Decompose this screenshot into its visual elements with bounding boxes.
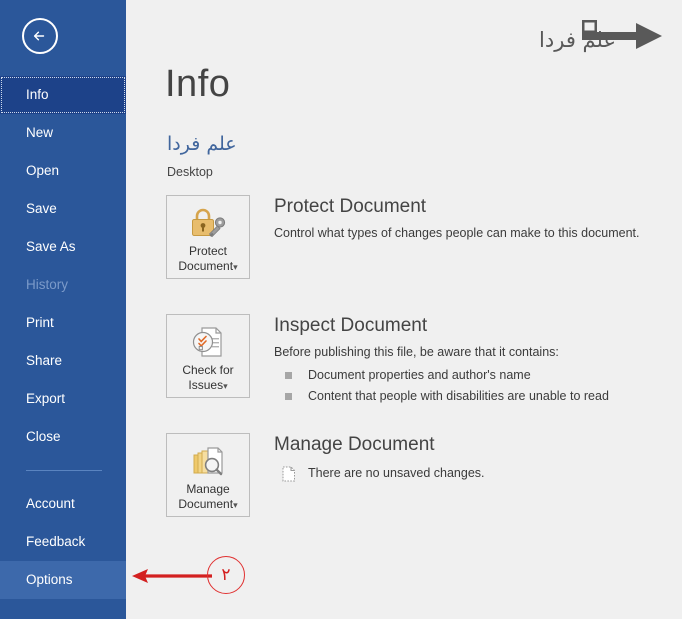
sidebar-item-label: History <box>26 277 68 292</box>
protect-document-body: Protect Document Control what types of c… <box>274 195 666 242</box>
sidebar-item-save[interactable]: Save <box>0 190 126 228</box>
manage-status-list: There are no unsaved changes. <box>274 463 666 484</box>
sidebar-item-new[interactable]: New <box>0 114 126 152</box>
sidebar-item-label: Save As <box>26 239 76 254</box>
document-name: علم فردا <box>167 133 237 155</box>
arrow-left-icon <box>31 27 49 45</box>
unsaved-document-icon <box>282 466 296 489</box>
square-bullet-icon <box>285 393 292 400</box>
sidebar-item-print[interactable]: Print <box>0 304 126 342</box>
protect-document-button[interactable]: Protect Document▾ <box>166 195 250 279</box>
manage-documents-icon <box>167 440 249 482</box>
inspect-findings-list: Document properties and author's name Co… <box>274 365 666 407</box>
padlock-key-icon <box>167 202 249 244</box>
list-item: There are no unsaved changes. <box>274 463 666 484</box>
sidebar-item-label: Close <box>26 429 61 444</box>
sidebar-item-info[interactable]: Info <box>0 76 126 114</box>
sidebar-item-close[interactable]: Close <box>0 418 126 456</box>
manage-document-button[interactable]: Manage Document▾ <box>166 433 250 517</box>
sidebar-item-label: Info <box>26 87 49 102</box>
page-title: Info <box>165 63 230 106</box>
chevron-down-icon[interactable]: ▾ <box>223 381 228 391</box>
sidebar-item-options[interactable]: Options <box>0 561 126 599</box>
sidebar-item-label: Export <box>26 391 65 406</box>
sidebar-nav-list: Info New Open Save Save As History Print… <box>0 76 126 599</box>
back-button[interactable] <box>22 18 58 54</box>
section-description: Before publishing this file, be aware th… <box>274 344 666 361</box>
section-title: Protect Document <box>274 195 666 219</box>
chevron-down-icon[interactable]: ▾ <box>233 500 238 510</box>
sidebar-item-label: Share <box>26 353 62 368</box>
section-title: Inspect Document <box>274 314 666 338</box>
square-bullet-icon <box>285 372 292 379</box>
sidebar-item-label: Feedback <box>26 534 85 549</box>
list-item: Document properties and author's name <box>274 365 666 386</box>
sidebar-item-account[interactable]: Account <box>0 485 126 523</box>
sidebar-item-label: Print <box>26 315 54 330</box>
protect-document-button-label: Protect Document▾ <box>167 244 249 275</box>
list-item-label: There are no unsaved changes. <box>308 466 485 480</box>
list-item: Content that people with disabilities ar… <box>274 386 666 407</box>
chevron-down-icon[interactable]: ▾ <box>233 262 238 272</box>
manage-document-body: Manage Document There are no unsaved cha… <box>274 433 666 484</box>
inspect-document-body: Inspect Document Before publishing this … <box>274 314 666 407</box>
backstage-sidebar: Info New Open Save Save As History Print… <box>0 0 126 619</box>
watermark-logo: علم فردا <box>536 12 666 60</box>
sidebar-item-save-as[interactable]: Save As <box>0 228 126 266</box>
document-inspect-icon <box>167 321 249 363</box>
sidebar-item-label: Open <box>26 163 59 178</box>
sidebar-item-feedback[interactable]: Feedback <box>0 523 126 561</box>
manage-document-button-label: Manage Document▾ <box>167 482 249 513</box>
watermark-text: علم فردا <box>539 28 616 52</box>
sidebar-item-label: New <box>26 125 53 140</box>
document-location: Desktop <box>167 165 213 179</box>
sidebar-separator <box>26 470 102 471</box>
sidebar-item-share[interactable]: Share <box>0 342 126 380</box>
check-for-issues-button[interactable]: Check for Issues▾ <box>166 314 250 398</box>
sidebar-item-export[interactable]: Export <box>0 380 126 418</box>
sidebar-item-label: Save <box>26 201 57 216</box>
sidebar-item-open[interactable]: Open <box>0 152 126 190</box>
section-description: Control what types of changes people can… <box>274 225 666 242</box>
sidebar-item-history: History <box>0 266 126 304</box>
section-title: Manage Document <box>274 433 666 457</box>
backstage-main-panel: علم فردا Info علم فردا Desktop Protect <box>126 0 682 619</box>
sidebar-item-label: Account <box>26 496 75 511</box>
sidebar-item-label: Options <box>26 572 73 587</box>
check-for-issues-button-label: Check for Issues▾ <box>167 363 249 394</box>
list-item-label: Document properties and author's name <box>308 368 531 382</box>
list-item-label: Content that people with disabilities ar… <box>308 389 609 403</box>
